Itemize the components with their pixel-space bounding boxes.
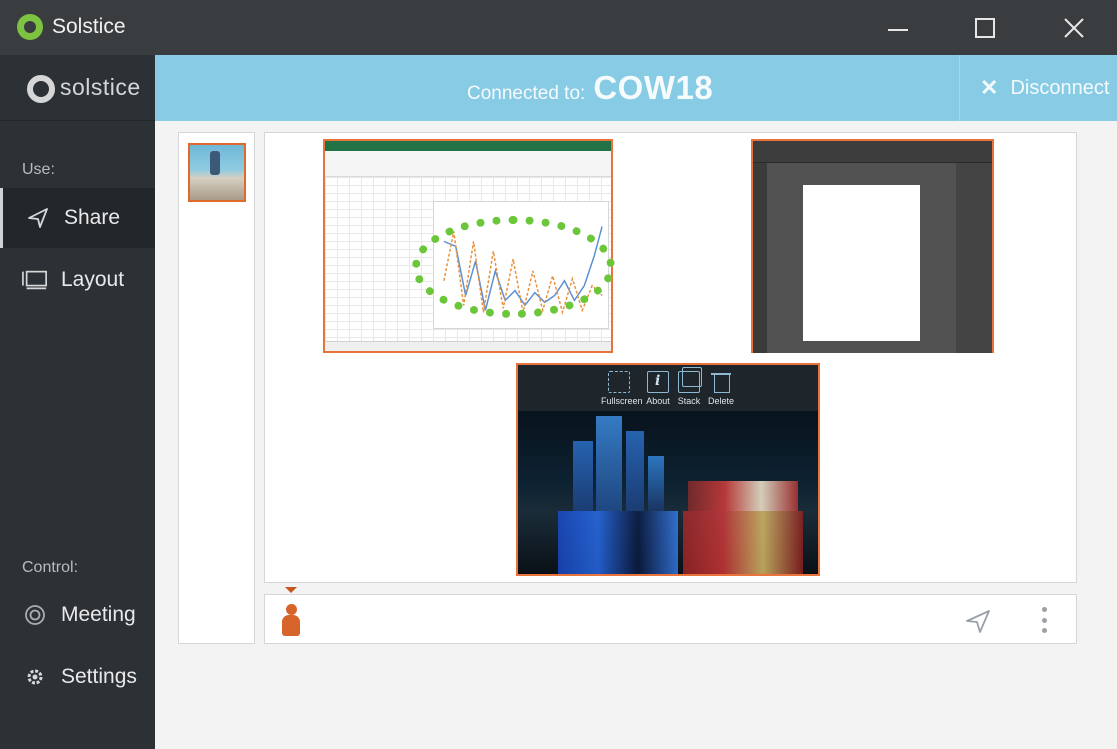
trash-icon [711,371,731,393]
photo-waterfront-lights [688,481,798,511]
window-title: Solstice [52,15,126,38]
connection-status: Connected to: COW18 [467,69,713,107]
photo-building [626,431,644,511]
shared-window-document[interactable] [751,139,994,353]
fullscreen-icon [608,371,630,393]
presenter-icon[interactable] [280,604,302,636]
sidebar-item-label: Meeting [61,603,136,626]
sidebar-item-label: Settings [61,665,137,688]
photo-reflection [683,511,803,574]
more-options-icon[interactable] [1039,605,1049,635]
document-page [803,185,920,341]
info-icon [647,371,669,393]
shared-window-spreadsheet[interactable] [323,139,613,353]
delete-button[interactable]: Delete [703,371,739,406]
spreadsheet-ribbon [325,151,611,177]
sidebar-item-settings[interactable]: Settings [0,647,155,707]
sidebar-item-layout[interactable]: Layout [0,250,155,310]
stack-label: Stack [677,396,701,406]
display-canvas[interactable]: Fullscreen About Stack Delete [264,132,1077,583]
media-thumbnail[interactable] [188,143,246,202]
solstice-logo-icon [27,75,55,103]
photo-reflection [558,511,678,574]
maximize-button[interactable] [955,0,1015,55]
title-bar: Solstice [0,0,1117,55]
disconnect-button[interactable]: ✕ Disconnect [959,55,1117,121]
post-toolbar: Fullscreen About Stack Delete [518,365,818,411]
gear-icon [22,666,48,688]
sidebar-item-share[interactable]: Share [0,188,155,248]
shared-image-post[interactable]: Fullscreen About Stack Delete [516,363,820,576]
close-button[interactable] [1044,0,1104,55]
sidebar-item-meeting[interactable]: Meeting [0,585,155,645]
share-bar [264,594,1077,644]
about-label: About [646,396,670,406]
photo-building [596,416,622,511]
logo-text: solstice [60,74,141,100]
document-toolbar [753,141,992,163]
spreadsheet-chart-image [433,201,609,329]
target-icon [22,604,48,626]
use-section-label: Use: [22,161,55,178]
spreadsheet-titlebar [325,141,611,151]
delete-label: Delete [707,396,734,406]
fullscreen-button[interactable]: Fullscreen [601,371,643,406]
close-icon [1064,17,1084,38]
close-icon: ✕ [980,75,999,100]
maximize-icon [975,17,995,38]
minimize-button[interactable] [868,0,928,55]
photo-building [573,441,593,511]
monitor-icon [22,269,48,291]
send-icon[interactable] [965,608,991,634]
sidebar-item-label: Share [64,206,121,229]
fullscreen-label: Fullscreen [601,396,643,406]
control-section-label: Control: [22,559,79,576]
disconnect-label: Disconnect [1010,76,1110,99]
stack-button[interactable]: Stack [671,367,707,406]
stack-icon [678,367,702,393]
sidebar: solstice Use: Share Layout Control: Meet… [0,55,155,749]
solstice-app-icon [17,14,43,40]
photo-building [648,456,664,511]
spreadsheet-statusbar [325,341,611,351]
media-thumbnail-column [178,132,255,644]
send-icon [25,207,51,229]
sidebar-item-label: Layout [61,268,125,291]
connected-prefix: Connected to: [467,83,586,104]
document-tools-strip [753,163,767,353]
sidebar-logo: solstice [0,55,155,121]
connection-header: Connected to: COW18 ✕ Disconnect [155,55,1117,121]
share-bar-pointer [285,587,297,593]
night-city-photo [518,411,818,574]
document-side-panel [956,163,992,353]
share-workspace: Fullscreen About Stack Delete [155,121,1117,749]
minimize-icon [888,28,908,31]
room-name: COW18 [593,69,714,106]
